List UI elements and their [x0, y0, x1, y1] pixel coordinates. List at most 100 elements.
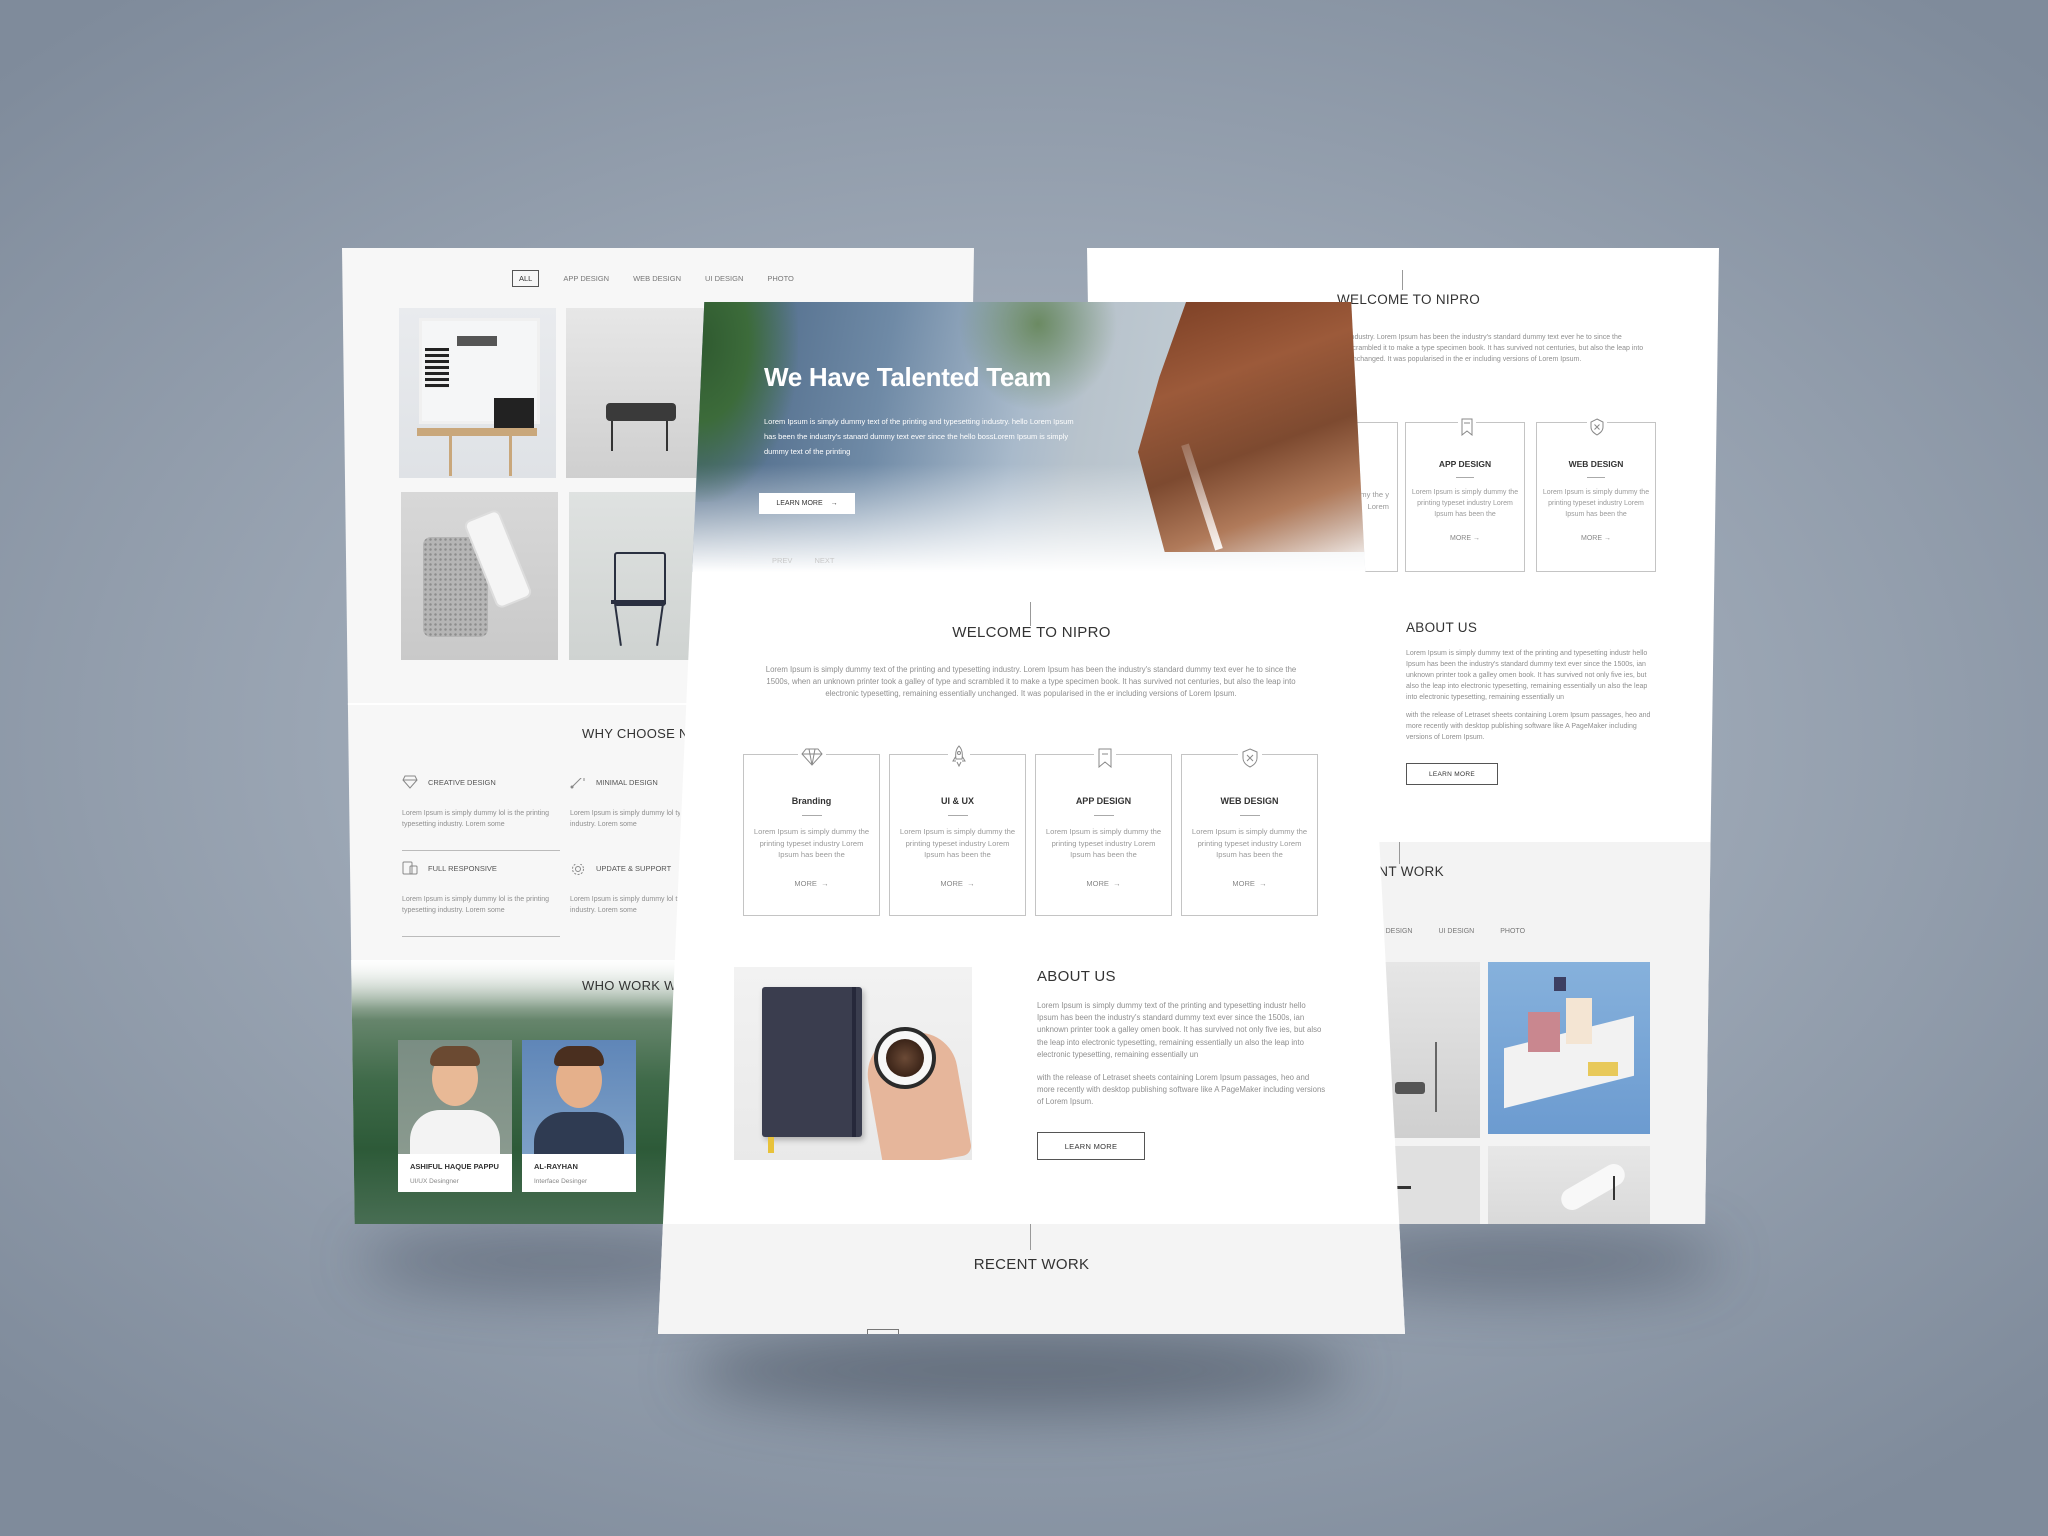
card-title: APP DESIGN: [1075, 796, 1132, 806]
hero-learn-more-button[interactable]: LEARN MORE →: [759, 493, 855, 514]
arrow-right-icon: →: [830, 500, 838, 507]
feature-title: CREATIVE DESIGN: [428, 778, 496, 787]
filter-all-partial[interactable]: [867, 1329, 899, 1334]
responsive-icon: [402, 861, 418, 880]
team-member-name: ASHIFUL HAQUE PAPPU: [410, 1162, 499, 1171]
why-choose-title: WHY CHOOSE NI: [582, 726, 693, 741]
more-link[interactable]: MORE: [1581, 535, 1602, 542]
arrow-right-icon: →: [967, 879, 975, 888]
pen-tool-icon: [570, 778, 586, 794]
welcome-text: Lorem Ipsum is simply dummy text of the …: [765, 665, 1297, 698]
service-card-app-design[interactable]: APP DESIGN Lorem Ipsum is simply dummy t…: [1035, 748, 1172, 916]
filter-photo[interactable]: PHOTO: [1500, 928, 1525, 935]
bookmark-icon: [1094, 748, 1116, 768]
welcome-title: WELCOME TO NIPRO: [1337, 292, 1481, 307]
learn-more-button[interactable]: LEARN MORE: [1406, 763, 1498, 785]
welcome-title: WELCOME TO NIPRO: [952, 624, 1111, 641]
center-mockup-page: We Have Talented Team Lorem Ipsum is sim…: [658, 302, 1405, 1334]
filter-all[interactable]: ALL: [512, 270, 540, 287]
bookmark-icon: [1458, 418, 1476, 436]
team-title: WHO WORK W: [582, 978, 677, 993]
portfolio-image-3d-houses[interactable]: [1488, 962, 1650, 1134]
about-title: ABOUT US: [1037, 968, 1116, 985]
about-title: ABOUT US: [1406, 620, 1478, 635]
more-link[interactable]: MORE: [1086, 879, 1109, 888]
service-card-ui-ux[interactable]: UI & UX Lorem Ipsum is simply dummy the …: [889, 745, 1026, 916]
filter-photo[interactable]: PHOTO: [767, 270, 794, 287]
service-card-web-design[interactable]: WEB DESIGN Lorem Ipsum is simply dummy t…: [1536, 418, 1656, 572]
card-text: Lorem Ipsum is simply dummy the printing…: [753, 827, 870, 859]
about-text-2: with the release of Letraset sheets cont…: [1037, 1073, 1326, 1107]
arrow-right-icon: →: [1472, 535, 1480, 542]
card-title: Branding: [791, 796, 832, 806]
diamond-icon: [798, 748, 826, 766]
card-text: Lorem Ipsum is simply dummy the printing…: [899, 827, 1016, 859]
team-member-card[interactable]: ASHIFUL HAQUE PAPPU UI/UX Desingner: [398, 1040, 512, 1192]
feature-text: Lorem Ipsum is simply dummy lol typesett…: [570, 810, 680, 828]
slider-next[interactable]: NEXT: [814, 556, 834, 565]
filter-ui-design[interactable]: UI DESIGN: [705, 270, 743, 287]
more-link[interactable]: MORE: [794, 879, 817, 888]
more-link[interactable]: MORE: [1450, 535, 1471, 542]
shield-icon: [1238, 748, 1262, 768]
service-card-branding[interactable]: Branding Lorem Ipsum is simply dummy the…: [743, 748, 880, 916]
rocket-icon: [948, 745, 970, 769]
feature-minimal-design: MINIMAL DESIGN Lorem Ipsum is simply dum…: [570, 778, 680, 858]
gear-icon: [570, 864, 586, 882]
card-text: Lorem Ipsum is simply dummy the printing…: [1411, 489, 1519, 518]
card-text: Lorem Ipsum is simply dummy the printing…: [1542, 489, 1650, 518]
card-title: APP DESIGN: [1438, 459, 1492, 469]
about-learn-more-button[interactable]: LEARN MORE: [1037, 1132, 1145, 1160]
portfolio-image-speaker-phone[interactable]: [401, 492, 558, 660]
feature-title: FULL RESPONSIVE: [428, 864, 497, 873]
portfolio-image-lamp[interactable]: [1488, 1146, 1650, 1224]
hero-title: We Have Talented Team: [764, 362, 1052, 392]
card-title: WEB DESIGN: [1568, 459, 1624, 469]
slider-prev[interactable]: PREV: [772, 556, 792, 565]
hero-banner: We Have Talented Team Lorem Ipsum is sim…: [658, 302, 1405, 572]
service-card-web-design[interactable]: WEB DESIGN Lorem Ipsum is simply dummy t…: [1181, 748, 1318, 916]
notebook: [762, 987, 862, 1137]
portfolio-filter-bar: ALL APP DESIGN WEB DESIGN UI DESIGN PHOT…: [512, 270, 794, 287]
feature-text: Lorem Ipsum is simply dummy lol typesett…: [570, 896, 680, 914]
coffee-cup: [874, 1027, 936, 1089]
about-text-2: with the release of Letraset sheets cont…: [1406, 712, 1651, 741]
arrow-right-icon: →: [1603, 535, 1611, 542]
about-image-notebook-coffee: [734, 967, 972, 1160]
team-member-role: Interface Desinger: [534, 1178, 588, 1185]
more-link[interactable]: MORE: [940, 879, 963, 888]
card-text: Lorem Ipsum is simply dummy the printing…: [1191, 827, 1308, 859]
feature-title: MINIMAL DESIGN: [596, 778, 658, 787]
avatar: [522, 1040, 636, 1154]
portfolio-image-shelf[interactable]: [399, 308, 556, 478]
about-text: Lorem Ipsum is simply dummy text of the …: [1406, 650, 1648, 701]
about-text: Lorem Ipsum is simply dummy text of the …: [1037, 1001, 1322, 1059]
welcome-text: industry. Lorem Ipsum has been the indus…: [1349, 334, 1644, 363]
shield-icon: [1587, 418, 1607, 436]
arrow-right-icon: →: [1259, 879, 1267, 888]
center-page-shadow: [690, 1325, 1350, 1415]
hero-text: Lorem Ipsum is simply dummy text of the …: [764, 417, 1074, 456]
filter-web-design[interactable]: WEB DESIGN: [633, 270, 681, 287]
team-member-role: UI/UX Desingner: [410, 1178, 459, 1185]
team-member-card[interactable]: AL-RAYHAN Interface Desinger: [522, 1040, 636, 1192]
arrow-right-icon: →: [1113, 879, 1121, 888]
arrow-right-icon: →: [821, 879, 829, 888]
hero-button-label: LEARN MORE: [776, 500, 823, 507]
feature-update-support: UPDATE & SUPPORT Lorem Ipsum is simply d…: [570, 864, 680, 944]
team-member-name: AL-RAYHAN: [534, 1162, 578, 1171]
recent-work-section: RECENT WORK: [658, 1224, 1405, 1334]
feature-text: Lorem Ipsum is simply dummy lol is the p…: [402, 896, 550, 914]
feature-title: UPDATE & SUPPORT: [596, 864, 672, 873]
more-link[interactable]: MORE: [1232, 879, 1255, 888]
feature-text: Lorem Ipsum is simply dummy lol is the p…: [402, 810, 550, 828]
card-text: Lorem Ipsum is simply dummy the printing…: [1045, 827, 1162, 859]
filter-app-design[interactable]: APP DESIGN: [563, 270, 609, 287]
filter-ui-design[interactable]: UI DESIGN: [1438, 928, 1474, 935]
card-title: UI & UX: [940, 796, 974, 806]
portfolio-image-lounge[interactable]: [566, 308, 716, 478]
card-title: WEB DESIGN: [1220, 796, 1279, 806]
recent-work-title: RECENT WORK: [973, 1256, 1090, 1273]
service-card-app-design[interactable]: APP DESIGN Lorem Ipsum is simply dummy t…: [1405, 418, 1525, 572]
diamond-icon: [402, 775, 418, 794]
